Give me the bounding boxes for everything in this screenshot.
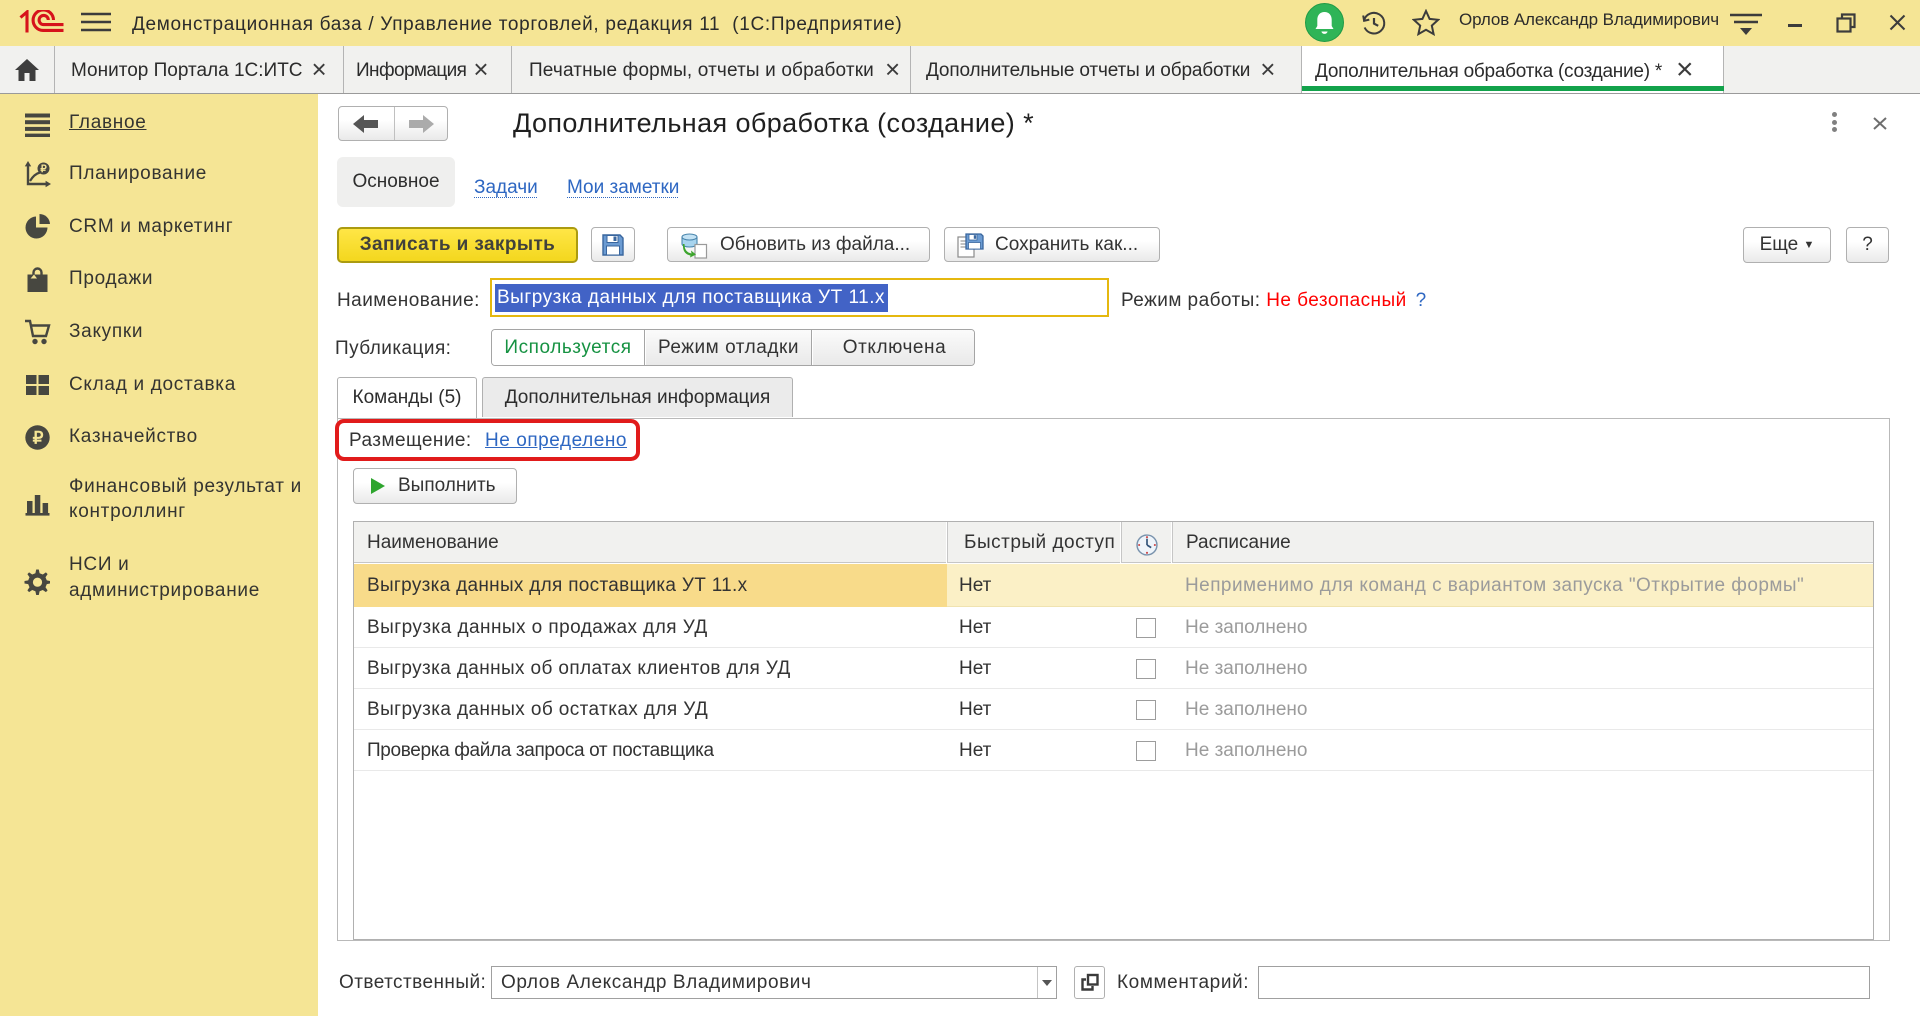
svg-text:₽: ₽: [40, 164, 47, 175]
svg-text:₽: ₽: [33, 428, 44, 447]
